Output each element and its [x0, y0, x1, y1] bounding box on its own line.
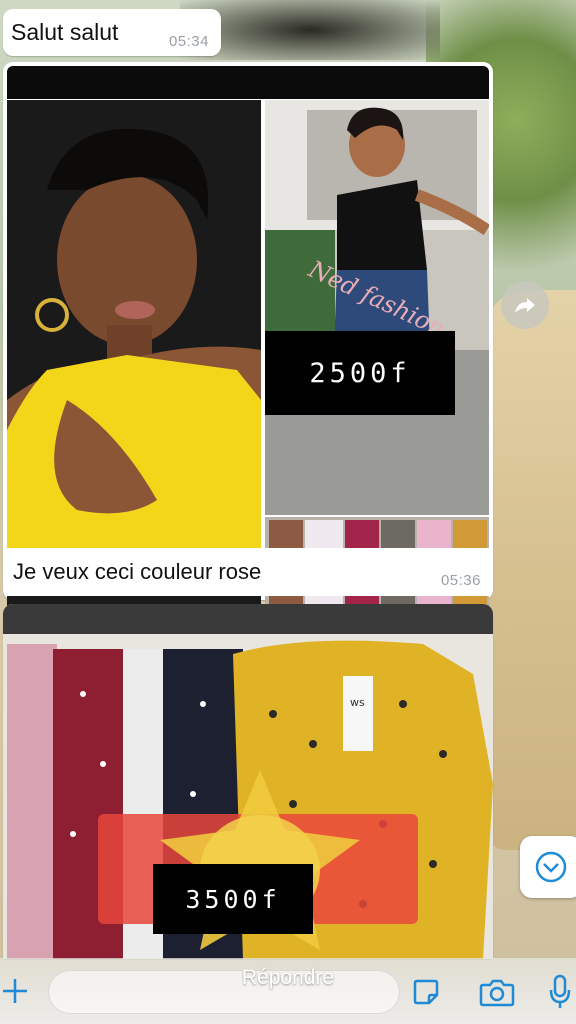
voice-button[interactable]	[545, 972, 575, 1012]
camera-icon	[479, 979, 515, 1007]
price-label: 2500f	[265, 331, 455, 415]
forward-icon	[515, 298, 535, 313]
message-bubble-photo-album[interactable]: Ned fashion 2500f Je veux ceci couleur r…	[3, 62, 493, 612]
attach-button[interactable]	[0, 974, 30, 1008]
forward-button[interactable]	[501, 281, 549, 329]
message-bubble-greeting[interactable]: Salut salut 05:34	[3, 9, 221, 56]
chevron-down-icon	[535, 851, 567, 883]
sticker-button[interactable]	[408, 974, 444, 1010]
composer-bar: Répondre	[0, 958, 576, 1024]
message-timestamp: 05:34	[168, 33, 209, 50]
message-text: Salut salut	[11, 19, 119, 45]
message-timestamp: 05:36	[440, 572, 481, 589]
price-label: 3500f	[153, 864, 313, 934]
plus-icon	[3, 979, 27, 1003]
sticker-icon	[413, 979, 439, 1005]
product-tag-text: ws	[350, 696, 365, 709]
message-caption: Je veux ceci couleur rose	[13, 559, 262, 584]
microphone-icon	[549, 974, 571, 1008]
photo-header-strip	[7, 66, 489, 99]
scroll-to-bottom-button[interactable]	[520, 836, 576, 898]
camera-button[interactable]	[477, 974, 517, 1010]
